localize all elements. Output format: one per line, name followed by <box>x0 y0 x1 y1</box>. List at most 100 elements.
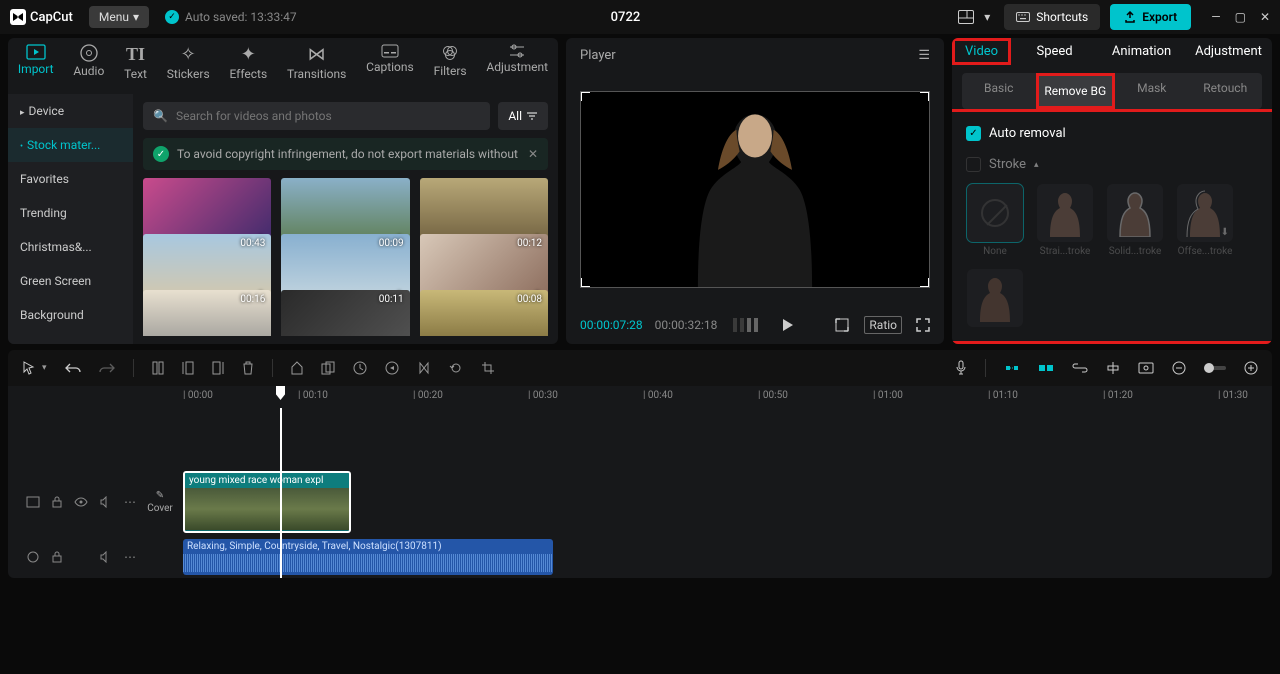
copy-tool[interactable] <box>321 361 335 375</box>
reverse-tool[interactable] <box>385 361 399 375</box>
link-tool[interactable] <box>1072 363 1088 373</box>
track-config-icon[interactable] <box>26 551 40 563</box>
magnet-tool[interactable] <box>1004 362 1020 374</box>
search-input[interactable] <box>176 109 480 123</box>
tab-effects[interactable]: ✦Effects <box>225 44 271 94</box>
video-clip[interactable]: young mixed race woman expl <box>183 471 351 533</box>
crop-tool[interactable] <box>481 361 495 375</box>
timeline-ruler[interactable]: | 00:00| 00:10| 00:20| 00:30| 00:40| 00:… <box>8 386 1272 408</box>
resize-handle[interactable] <box>580 91 590 101</box>
minimize-button[interactable]: — <box>1211 10 1220 24</box>
tab-import[interactable]: Import <box>14 44 58 94</box>
scale-icon[interactable] <box>834 317 850 333</box>
stroke-option-extra[interactable] <box>966 269 1024 327</box>
lock-icon[interactable] <box>52 496 62 508</box>
export-icon <box>1124 11 1136 23</box>
subtab-mask[interactable]: Mask <box>1115 73 1189 109</box>
auto-removal-row[interactable]: ✓ Auto removal <box>966 126 1258 141</box>
mute-icon[interactable] <box>100 496 112 508</box>
delete-tool[interactable] <box>242 361 254 375</box>
menu-button[interactable]: Menu ▾ <box>89 6 149 28</box>
sidebar-item-christmas[interactable]: Christmas&... <box>8 230 133 264</box>
speed-tool[interactable] <box>353 361 367 375</box>
search-input-wrap[interactable]: 🔍 <box>143 102 490 130</box>
rotate-tool[interactable] <box>449 361 463 375</box>
align-tool[interactable] <box>1106 361 1120 375</box>
resize-handle[interactable] <box>920 91 930 101</box>
tab-adjustment-insp[interactable]: Adjustment <box>1185 38 1272 65</box>
audio-clip[interactable]: Relaxing, Simple, Countryside, Travel, N… <box>183 539 553 575</box>
mute-icon[interactable] <box>100 551 112 563</box>
stock-thumb[interactable]: 00:11 <box>281 290 409 336</box>
tab-speed[interactable]: Speed <box>1011 38 1098 65</box>
ratio-button[interactable]: Ratio <box>864 316 902 334</box>
checkbox-off-icon[interactable] <box>966 157 981 172</box>
stroke-row[interactable]: Stroke ▴ <box>966 157 1258 172</box>
sidebar-item-greenscreen[interactable]: Green Screen <box>8 264 133 298</box>
maximize-button[interactable]: ▢ <box>1235 10 1246 24</box>
chevron-down-icon[interactable]: ▾ <box>980 6 994 28</box>
tab-animation[interactable]: Animation <box>1098 38 1185 65</box>
preview-tool[interactable] <box>1138 362 1154 374</box>
tab-audio[interactable]: Audio <box>69 44 108 94</box>
subtab-retouch[interactable]: Retouch <box>1189 73 1263 109</box>
tab-video[interactable]: Video <box>952 38 1011 65</box>
tab-text[interactable]: TIText <box>120 44 151 94</box>
zoom-in-button[interactable] <box>1244 361 1258 375</box>
stroke-option-straight[interactable]: Strai...troke <box>1036 184 1094 257</box>
sidebar-item-stock[interactable]: •Stock mater... <box>8 128 133 162</box>
stock-thumb[interactable]: 00:16 <box>143 290 271 336</box>
sidebar-item-background[interactable]: Background <box>8 298 133 332</box>
stroke-option-offset[interactable]: ⬇ Offse...troke <box>1176 184 1234 257</box>
more-icon[interactable]: ⋯ <box>124 495 136 509</box>
close-warning-button[interactable]: ✕ <box>528 147 538 161</box>
preview-canvas[interactable] <box>580 91 930 288</box>
stroke-option-none[interactable]: None <box>966 184 1024 257</box>
lock-icon[interactable] <box>52 551 62 563</box>
play-button[interactable] <box>780 318 794 332</box>
tab-adjustment[interactable]: Adjustment <box>482 44 552 94</box>
sidebar-item-trending[interactable]: Trending <box>8 196 133 230</box>
trim-right-tool[interactable] <box>212 361 224 375</box>
download-icon[interactable]: ⬇ <box>1221 227 1229 238</box>
zoom-out-button[interactable] <box>1172 361 1186 375</box>
sidebar-item-favorites[interactable]: Favorites <box>8 162 133 196</box>
sidebar-item-device[interactable]: ▸Device <box>8 94 133 128</box>
close-button[interactable]: ✕ <box>1260 10 1270 24</box>
more-icon[interactable]: ⋯ <box>124 550 136 564</box>
zoom-slider[interactable] <box>1204 366 1226 370</box>
export-button[interactable]: Export <box>1110 4 1191 30</box>
tab-captions[interactable]: Captions <box>362 44 418 94</box>
playhead-line[interactable] <box>280 408 282 578</box>
checkbox-on-icon[interactable]: ✓ <box>966 126 981 141</box>
layout-icon[interactable] <box>954 6 978 28</box>
chevron-down-icon[interactable]: ▾ <box>42 363 47 373</box>
track-config-icon[interactable] <box>26 496 40 508</box>
redo-button[interactable] <box>99 362 115 374</box>
cursor-tool[interactable] <box>22 361 36 375</box>
subtab-basic[interactable]: Basic <box>962 73 1036 109</box>
cover-button[interactable]: ✎ Cover <box>143 490 177 514</box>
resize-handle[interactable] <box>920 278 930 288</box>
stock-thumb[interactable]: 00:08 <box>420 290 548 336</box>
snap-tool[interactable] <box>1038 362 1054 374</box>
subtab-removebg[interactable]: Remove BG <box>1036 73 1116 109</box>
trim-left-tool[interactable] <box>182 361 194 375</box>
chevron-up-icon[interactable]: ▴ <box>1034 160 1039 170</box>
mirror-tool[interactable] <box>417 361 431 375</box>
eye-icon[interactable] <box>74 497 88 507</box>
tab-filters[interactable]: Filters <box>430 44 471 94</box>
mic-tool[interactable] <box>955 360 967 376</box>
tab-transitions[interactable]: ⋈Transitions <box>283 44 350 94</box>
stroke-option-solid[interactable]: Solid...troke <box>1106 184 1164 257</box>
sidebar-item-introend[interactable]: Intro&End <box>8 332 133 344</box>
player-menu-button[interactable]: ☰ <box>918 48 930 63</box>
tab-stickers[interactable]: ✧Stickers <box>163 44 214 94</box>
shortcuts-button[interactable]: Shortcuts <box>1004 4 1100 30</box>
undo-button[interactable] <box>65 362 81 374</box>
filter-all-button[interactable]: All <box>498 102 548 130</box>
fullscreen-button[interactable] <box>916 318 930 332</box>
split-tool[interactable] <box>152 361 164 375</box>
marker-tool[interactable] <box>291 361 303 375</box>
resize-handle[interactable] <box>580 278 590 288</box>
